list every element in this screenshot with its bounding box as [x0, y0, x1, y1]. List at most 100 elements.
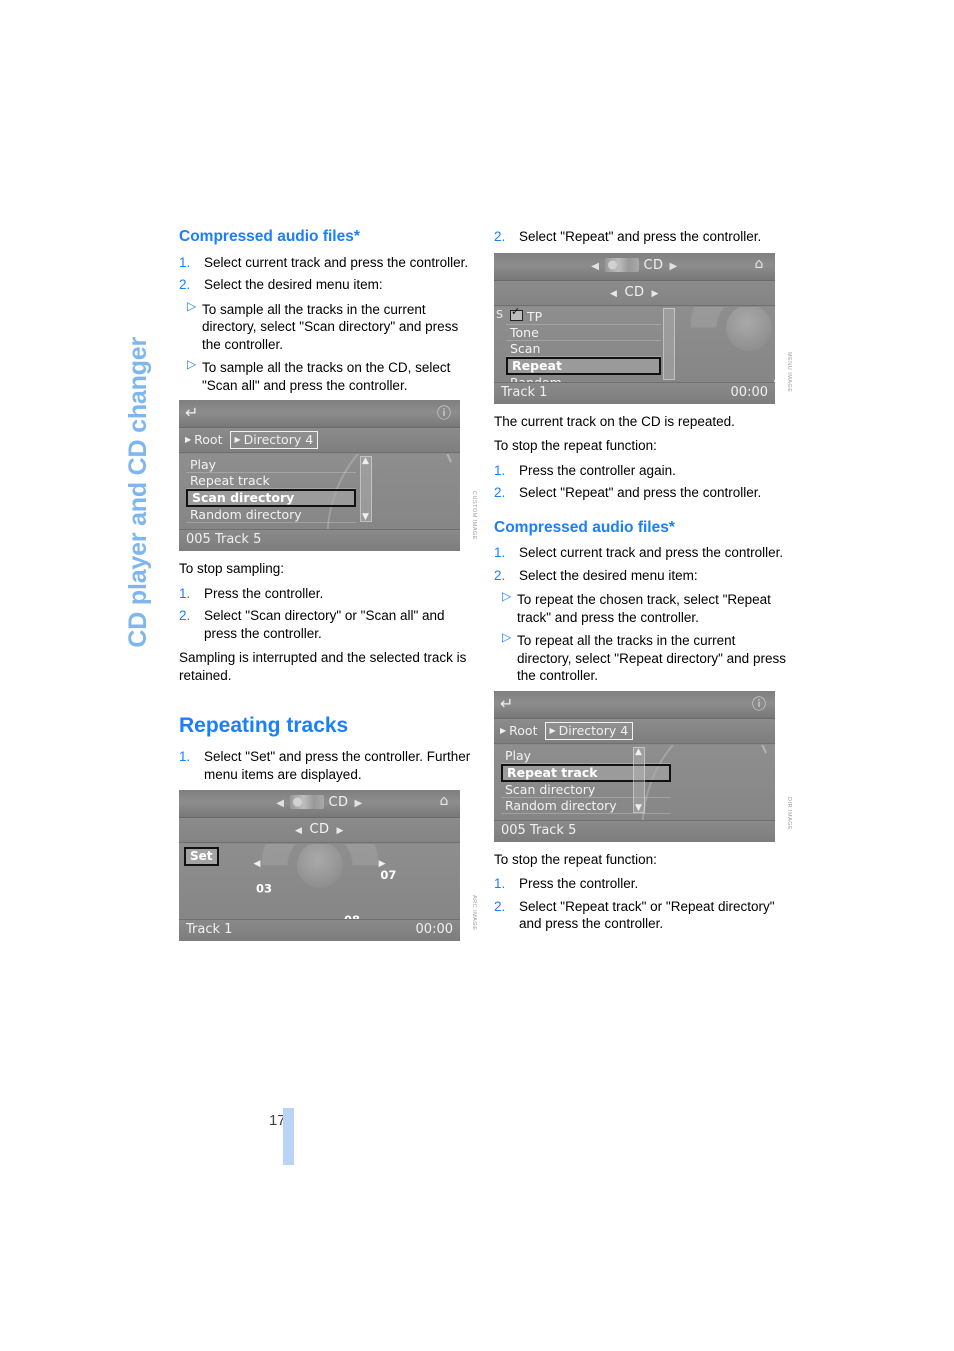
home-icon[interactable]: ⌂: [433, 793, 455, 813]
menu-item-scan-directory[interactable]: Scan directory: [501, 782, 671, 798]
chapter-side-title: CD player and CD changer: [118, 228, 158, 648]
step-number: 2.: [179, 277, 191, 293]
step-item: 1. Select current track and press the co…: [179, 254, 478, 272]
menu-item-repeat-track[interactable]: Repeat track: [501, 763, 671, 782]
screen-reference-code: CUSTOM IMAGE: [471, 491, 477, 541]
screen-top-bar: ◀ CD ▶ ⌂: [494, 252, 775, 281]
back-arrow-icon[interactable]: ↵: [185, 404, 207, 421]
breadcrumb-item-directory[interactable]: ▶ Directory 4: [545, 721, 634, 740]
arc-hub: [296, 844, 343, 889]
screen-body: S 07 08 ▶ TP Tone Scan Repeat Random: [494, 306, 775, 382]
screen-top-bar: ◀ CD ▶ ⌂: [179, 790, 460, 819]
chevron-right-icon[interactable]: ▶: [337, 826, 344, 836]
menu-item-scan[interactable]: Scan: [506, 341, 661, 357]
breadcrumb-item-root[interactable]: ▶ Root: [500, 723, 537, 738]
scroll-down-icon[interactable]: ▼: [362, 512, 369, 522]
chevron-left-icon[interactable]: ◀: [276, 798, 284, 809]
page-marker-bar: [283, 1108, 294, 1165]
menu-item-random-directory[interactable]: Random directory: [186, 507, 356, 524]
screen-footer: 005 Track 5: [179, 529, 460, 552]
track-arc-dial: 07 08 ▶: [679, 306, 775, 382]
screen-second-bar: ◀ CD ▶: [179, 819, 460, 844]
step-number: 2.: [179, 608, 191, 624]
footer-track-label: Track 1: [186, 922, 233, 938]
step-text: Press the controller.: [204, 585, 324, 601]
screen-set-arc: ◀CD▶ ⌂ ◀CD▶ Set 02 03 04 05 06: [179, 790, 478, 942]
bullets-list-scan-left: To sample all the tracks in the current …: [179, 300, 478, 395]
second-title-text: CD: [624, 284, 645, 300]
set-button[interactable]: Set: [184, 847, 219, 867]
breadcrumb-item-root[interactable]: ▶ Root: [185, 432, 222, 447]
menu-item-tone[interactable]: Tone: [506, 325, 661, 341]
screen-reference-code: MENU IMAGE: [786, 352, 792, 393]
step-item: 1. Press the controller.: [179, 585, 478, 603]
menu-item-repeat[interactable]: Repeat: [506, 356, 661, 375]
screen-footer: Track 1 00:00: [179, 919, 460, 942]
menu-item-scan-directory[interactable]: Scan directory: [186, 489, 356, 508]
step-text: Select current track and press the contr…: [519, 545, 784, 561]
step-item: 2. Select the desired menu item:: [179, 276, 478, 294]
menu-item-random[interactable]: Random: [506, 375, 661, 382]
breadcrumb: ▶ Root ▶ Directory 4: [494, 719, 775, 744]
arc-prev-marker-icon: ◀: [253, 859, 261, 870]
heading-compressed-audio-files-left: Compressed audio files*: [179, 228, 360, 245]
step-number: 2.: [494, 229, 506, 244]
screen-reference-code: DIR IMAGE: [786, 797, 792, 831]
chevron-left-icon[interactable]: ◀: [610, 289, 617, 299]
menu-list: Play Repeat track Scan directory Random …: [186, 457, 356, 524]
top-title-text: CD: [328, 795, 349, 811]
chevron-right-icon: ▶: [500, 725, 507, 735]
step-text: Select the desired menu item:: [519, 567, 698, 583]
breadcrumb-label: Root: [509, 722, 538, 738]
chevron-left-icon[interactable]: ◀: [295, 826, 302, 836]
left-edge-label: S: [496, 307, 503, 321]
scrollbar[interactable]: [663, 307, 675, 380]
right-column: 2. Select "Repeat" and press the control…: [494, 228, 793, 940]
info-icon[interactable]: ⓘ: [748, 694, 770, 714]
arc-track-number: 07: [380, 868, 397, 883]
chevron-right-icon[interactable]: ▶: [670, 261, 678, 272]
bullet-item: To sample all the tracks on the CD, sele…: [179, 358, 478, 394]
scrollbar[interactable]: ▲ ▼: [360, 456, 372, 523]
step-text: Select "Repeat" and press the controller…: [519, 229, 762, 244]
footer-track-label: Track 1: [501, 384, 548, 400]
scrollbar[interactable]: ▲ ▼: [633, 746, 645, 813]
screen-footer: Track 1 00:00: [494, 381, 775, 404]
breadcrumb-label: Directory 4: [243, 432, 314, 448]
scroll-up-icon[interactable]: ▲: [362, 456, 369, 466]
step-number: 1.: [494, 876, 506, 892]
step-item: 2. Select "Repeat track" or "Repeat dire…: [494, 898, 793, 933]
info-icon[interactable]: ⓘ: [433, 403, 455, 423]
chevron-right-icon[interactable]: ▶: [355, 798, 363, 809]
step-number: 1.: [179, 749, 191, 765]
chevron-right-icon: ▶: [549, 725, 556, 735]
step-number: 1.: [179, 254, 191, 270]
menu-item-repeat-track[interactable]: Repeat track: [186, 473, 356, 490]
step-text: Select "Repeat" and press the controller…: [519, 485, 762, 500]
steps-list-stop-repeat-2: 1. Press the controller. 2. Select "Repe…: [494, 875, 793, 933]
step-item: 1. Select current track and press the co…: [494, 544, 793, 562]
menu-item-tp[interactable]: TP: [506, 307, 661, 325]
menu-item-play[interactable]: Play: [186, 457, 356, 474]
scroll-down-icon[interactable]: ▼: [635, 803, 642, 813]
menu-item-play[interactable]: Play: [501, 748, 671, 764]
back-arrow-icon[interactable]: ↵: [500, 695, 522, 712]
disc-icon: [605, 257, 640, 272]
chevron-right-icon: ▶: [185, 435, 192, 445]
breadcrumb-label: Directory 4: [558, 722, 629, 738]
breadcrumb-item-directory[interactable]: ▶ Directory 4: [230, 431, 319, 450]
menu-list: TP Tone Scan Repeat Random: [506, 307, 661, 382]
footer-time-label: 00:00: [415, 922, 453, 938]
chevron-right-icon[interactable]: ▶: [652, 289, 659, 299]
scroll-up-icon[interactable]: ▲: [635, 747, 642, 757]
screen-reference-code: ARC IMAGE: [471, 894, 477, 931]
checkbox-checked-icon[interactable]: [510, 307, 523, 321]
step-number: 1.: [494, 545, 506, 561]
breadcrumb: ▶ Root ▶ Directory 4: [179, 429, 460, 454]
home-icon[interactable]: ⌂: [748, 256, 770, 276]
steps-list-compressed-left: 1. Select current track and press the co…: [179, 254, 478, 294]
step-number: 1.: [494, 462, 506, 478]
chevron-left-icon[interactable]: ◀: [591, 261, 599, 272]
menu-item-random-directory[interactable]: Random directory: [501, 798, 671, 814]
